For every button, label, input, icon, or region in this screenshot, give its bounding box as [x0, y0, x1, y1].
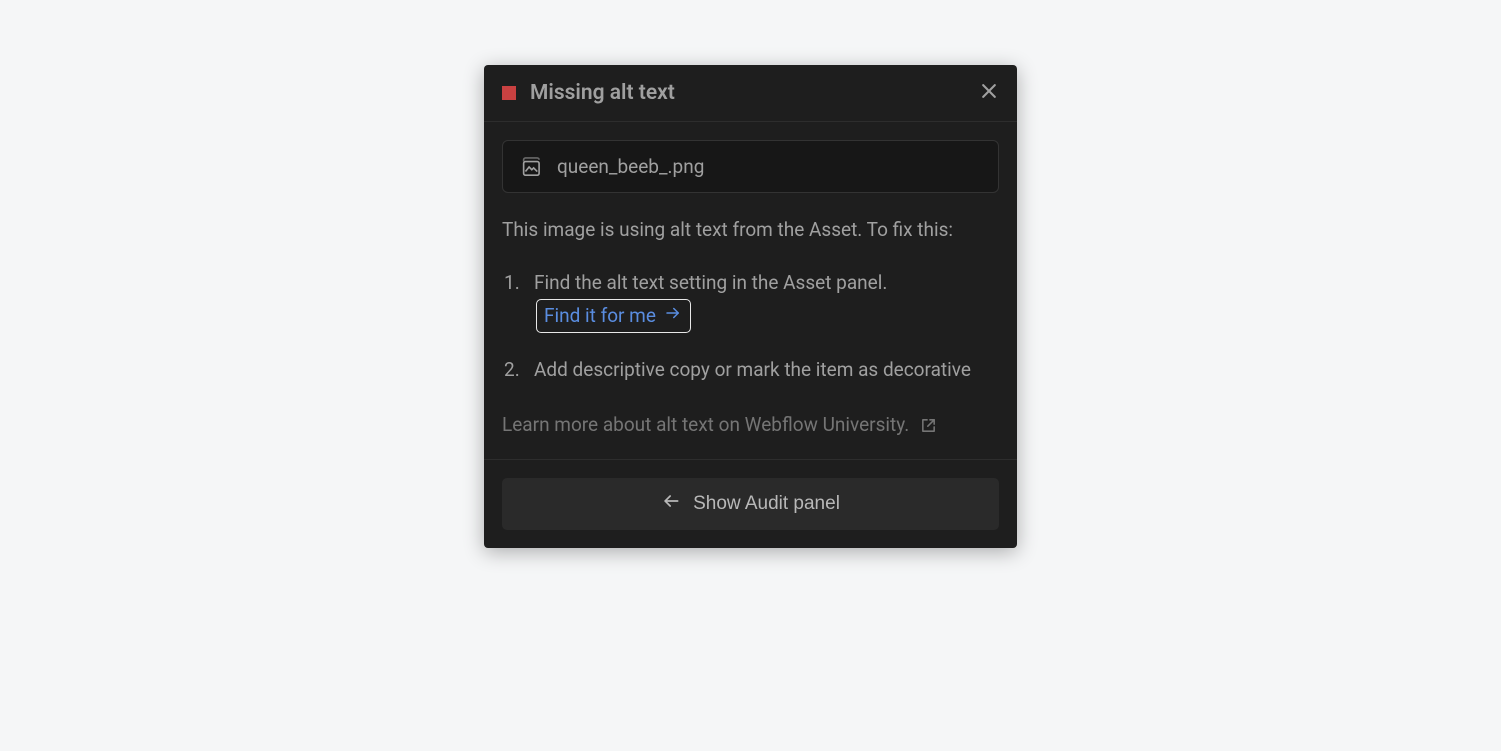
image-stack-icon — [519, 157, 541, 177]
find-it-for-me-link[interactable]: Find it for me — [536, 299, 691, 333]
panel-header: Missing alt text — [484, 65, 1017, 122]
panel-title: Missing alt text — [530, 81, 979, 105]
step-2-text: Add descriptive copy or mark the item as… — [534, 358, 971, 381]
learn-more-text: Learn more about alt text on Webflow Uni… — [502, 413, 909, 436]
issue-description: This image is using alt text from the As… — [502, 215, 999, 244]
arrow-left-icon — [661, 491, 693, 517]
panel-footer: Show Audit panel — [484, 459, 1017, 548]
find-link-label: Find it for me — [544, 301, 656, 331]
external-link-icon — [920, 417, 937, 434]
asset-filename: queen_beeb_.png — [557, 155, 704, 178]
arrow-right-icon — [656, 301, 682, 331]
severity-indicator-icon — [502, 86, 516, 100]
panel-body: queen_beeb_.png This image is using alt … — [484, 122, 1017, 439]
close-icon — [979, 81, 999, 105]
show-audit-panel-button[interactable]: Show Audit panel — [502, 478, 999, 530]
step-1: Find the alt text setting in the Asset p… — [502, 268, 999, 333]
asset-reference[interactable]: queen_beeb_.png — [502, 140, 999, 193]
audit-issue-panel: Missing alt text queen_beeb_.png This im… — [484, 65, 1017, 548]
step-1-text: Find the alt text setting in the Asset p… — [534, 271, 887, 294]
close-button[interactable] — [979, 81, 999, 105]
step-2: Add descriptive copy or mark the item as… — [502, 355, 999, 385]
back-button-label: Show Audit panel — [693, 493, 840, 515]
learn-more-link[interactable]: Learn more about alt text on Webflow Uni… — [502, 410, 999, 439]
fix-steps-list: Find the alt text setting in the Asset p… — [502, 268, 999, 385]
